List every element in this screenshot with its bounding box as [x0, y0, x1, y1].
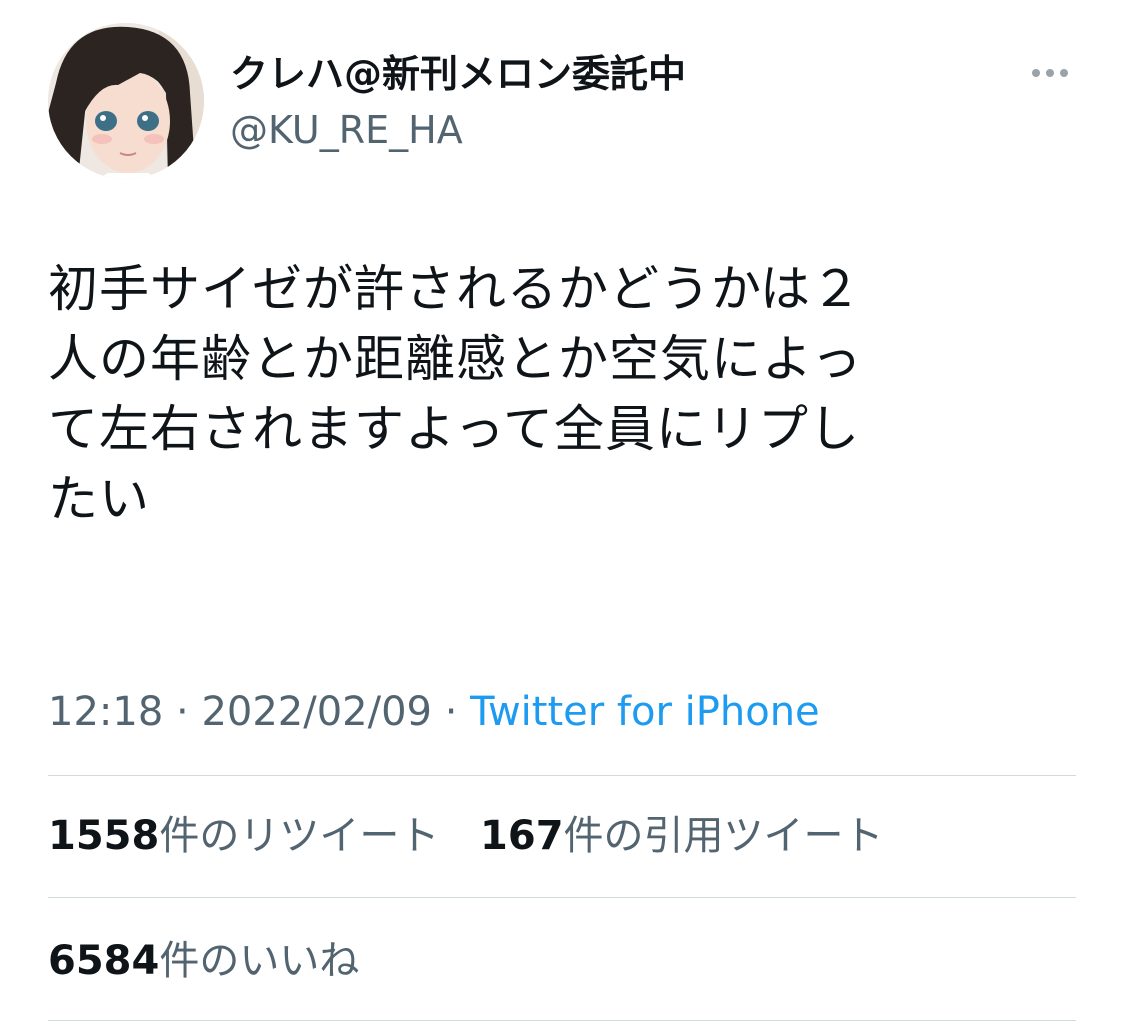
retweets-stat[interactable]: 1558件のリツイート [48, 812, 439, 860]
meta-separator-2: · [431, 689, 471, 735]
more-options-button[interactable] [1020, 58, 1080, 88]
quotes-label: 件の引用ツイート [563, 813, 884, 859]
display-name[interactable]: クレハ@新刊メロン委託中 [230, 50, 686, 98]
likes-stat[interactable]: 6584件のいいね [48, 937, 359, 985]
retweets-label: 件のリツイート [159, 813, 440, 859]
divider [48, 1020, 1076, 1021]
tweet-meta: 12:18 · 2022/02/09 · Twitter for iPhone [48, 688, 820, 736]
tweet-text: 初手サイゼが許されるかどうかは２ 人の年齢とか距離感とか空気によっ て左右されま… [48, 260, 863, 528]
stats-row-retweets: 1558件のリツイート 167件の引用ツイート [48, 812, 912, 860]
user-handle[interactable]: @KU_RE_HA [230, 106, 463, 154]
tweet-time: 12:18 [48, 689, 164, 735]
more-horizontal-icon [1032, 69, 1068, 77]
tweet-date: 2022/02/09 [201, 689, 432, 735]
likes-label: 件のいいね [159, 938, 360, 984]
stats-row-likes: 6584件のいいね [48, 937, 387, 985]
retweets-count: 1558 [48, 813, 160, 859]
meta-separator: · [163, 689, 202, 735]
divider [48, 775, 1076, 776]
avatar-image [48, 23, 204, 179]
likes-count: 6584 [48, 938, 160, 984]
tweet-source-link[interactable]: Twitter for iPhone [470, 689, 820, 735]
quotes-stat[interactable]: 167件の引用ツイート [480, 812, 884, 860]
divider [48, 897, 1076, 898]
avatar[interactable] [48, 23, 204, 179]
quotes-count: 167 [480, 813, 564, 859]
